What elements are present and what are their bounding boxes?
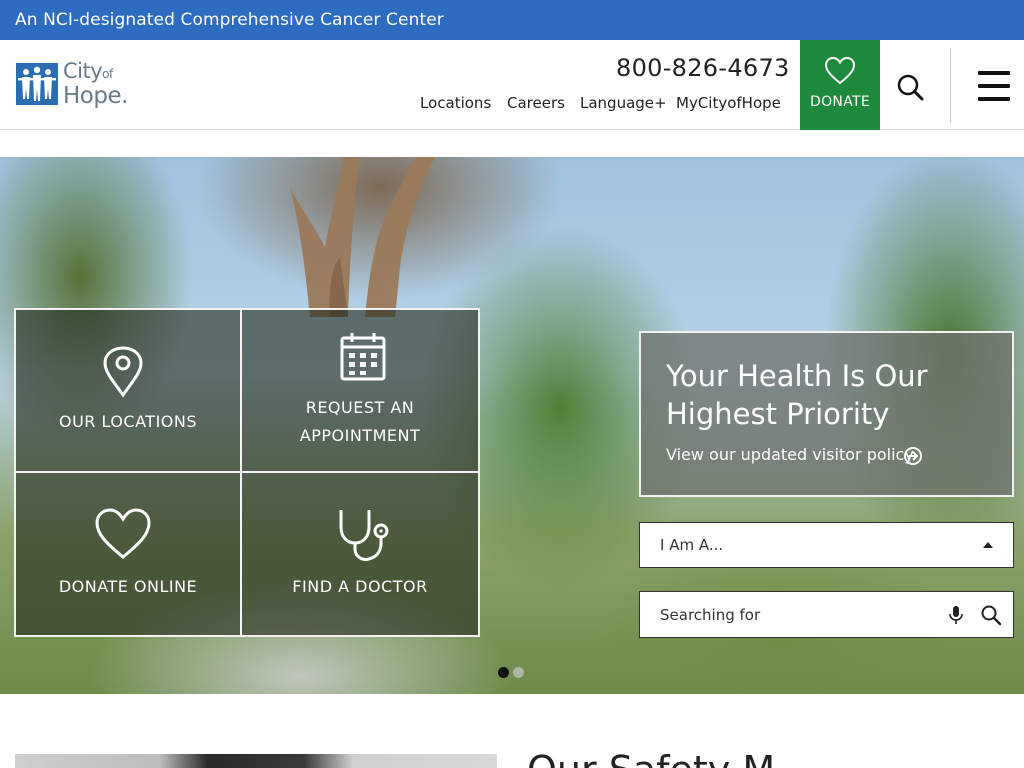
carousel-dot[interactable] — [513, 667, 524, 678]
visitor-policy-promo: Your Health Is Our Highest Priority View… — [639, 331, 1014, 497]
header-divider — [950, 48, 951, 122]
map-pin-icon — [103, 346, 143, 398]
dropdown-value: I Am A... — [660, 536, 724, 554]
tile-label: DONATE ONLINE — [58, 577, 198, 596]
visitor-policy-link[interactable]: View our updated visitor policy — [666, 445, 914, 464]
tile-label-line2: APPOINTMENT — [299, 426, 421, 445]
search-input[interactable] — [640, 592, 940, 637]
search-icon[interactable] — [980, 604, 1002, 626]
tile-label-line1: REQUEST AN — [305, 398, 415, 417]
tile-request-appointment[interactable]: REQUEST AN APPOINTMENT — [240, 308, 480, 473]
safety-section-photo — [15, 754, 497, 768]
hamburger-menu-icon[interactable] — [972, 66, 1016, 106]
promo-title: Your Health Is Our Highest Priority — [666, 359, 928, 431]
nav-mycityofhope[interactable]: MyCityofHope — [676, 94, 781, 112]
nav-careers[interactable]: Careers — [507, 94, 565, 112]
tile-donate-online[interactable]: DONATE ONLINE — [14, 471, 242, 637]
header-search-button[interactable] — [890, 68, 930, 108]
heart-icon — [95, 508, 151, 559]
site-header: Cityof Hope. 800-826-4673 Locations Care… — [0, 40, 1024, 130]
sculpture-image — [290, 157, 435, 317]
top-banner: An NCI-designated Comprehensive Cancer C… — [0, 0, 1024, 40]
tile-label: OUR LOCATIONS — [58, 412, 198, 431]
hero-search-box — [639, 591, 1014, 638]
nav-language[interactable]: Language+ — [580, 94, 667, 112]
arrow-circle-right-icon[interactable] — [903, 446, 923, 466]
tile-our-locations[interactable]: OUR LOCATIONS — [14, 308, 242, 473]
nav-locations[interactable]: Locations — [420, 94, 491, 112]
microphone-icon[interactable] — [946, 605, 966, 625]
tile-label: FIND A DOCTOR — [292, 577, 428, 596]
city-of-hope-logo[interactable]: Cityof Hope. — [16, 60, 131, 110]
donate-button[interactable]: DONATE — [800, 40, 880, 130]
logo-wordmark: Cityof Hope. — [63, 59, 128, 109]
carousel-dot-active[interactable] — [498, 667, 509, 678]
i-am-a-dropdown[interactable]: I Am A... — [639, 522, 1014, 568]
phone-number[interactable]: 800-826-4673 — [616, 54, 790, 82]
tile-find-a-doctor[interactable]: FIND A DOCTOR — [240, 471, 480, 637]
caret-up-icon — [983, 542, 993, 548]
heart-icon — [824, 56, 856, 85]
search-icon — [897, 74, 924, 101]
stethoscope-icon — [339, 510, 389, 561]
section-title: Our Safety M — [527, 748, 775, 768]
donate-label: DONATE — [810, 94, 870, 110]
calendar-icon — [340, 333, 386, 381]
hero-banner: OUR LOCATIONS REQUEST AN APPOINTMENT DON… — [0, 157, 1024, 694]
logo-mark-icon — [16, 63, 58, 105]
banner-text: An NCI-designated Comprehensive Cancer C… — [15, 10, 444, 30]
